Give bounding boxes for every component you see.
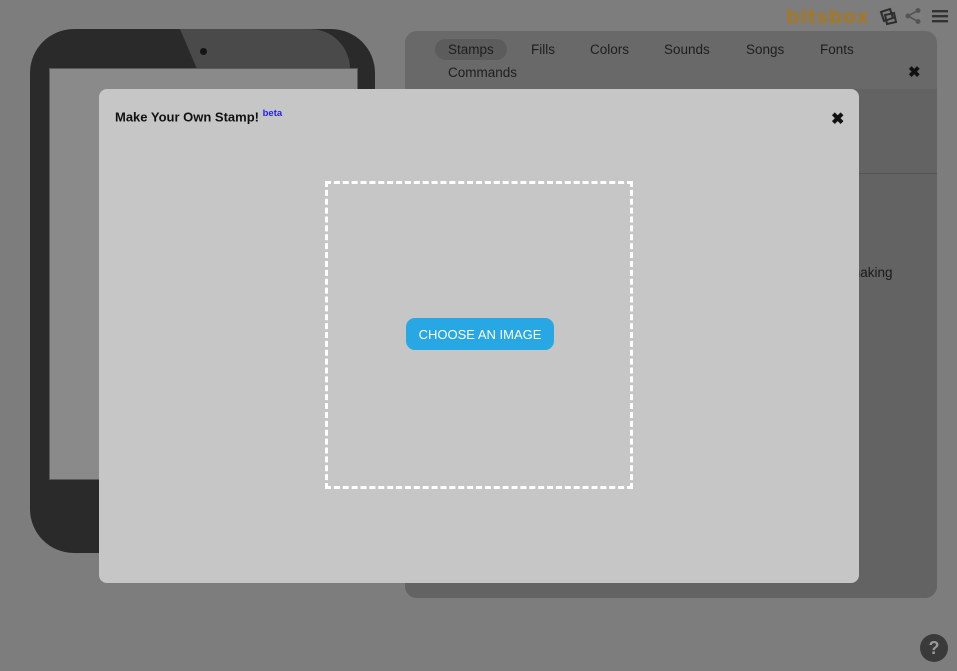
tab-colors[interactable]: Colors xyxy=(577,39,642,60)
tab-songs[interactable]: Songs xyxy=(733,39,797,60)
share-icon[interactable] xyxy=(904,7,924,27)
tab-fills[interactable]: Fills xyxy=(518,39,568,60)
help-button[interactable]: ? xyxy=(920,634,948,662)
tab-commands[interactable]: Commands xyxy=(435,62,530,83)
phone-camera xyxy=(200,48,207,55)
beta-badge: beta xyxy=(262,108,283,119)
stamps-icon[interactable] xyxy=(878,7,898,27)
modal-close-button[interactable]: ✖ xyxy=(831,109,844,129)
tab-sounds[interactable]: Sounds xyxy=(651,39,723,60)
choose-image-button[interactable]: CHOOSE AN IMAGE xyxy=(406,318,554,350)
stamp-modal: Make Your Own Stamp! beta ✖ CHOOSE AN IM… xyxy=(99,89,859,583)
tab-stamps[interactable]: Stamps xyxy=(435,39,507,60)
modal-title: Make Your Own Stamp! beta xyxy=(115,108,282,124)
menu-icon[interactable] xyxy=(931,7,951,27)
tab-fonts[interactable]: Fonts xyxy=(807,39,867,60)
bitsbox-logo[interactable]: bitsbox xyxy=(786,6,869,28)
panel-close-button[interactable]: ✖ xyxy=(908,63,921,81)
modal-title-text: Make Your Own Stamp! xyxy=(115,109,259,125)
